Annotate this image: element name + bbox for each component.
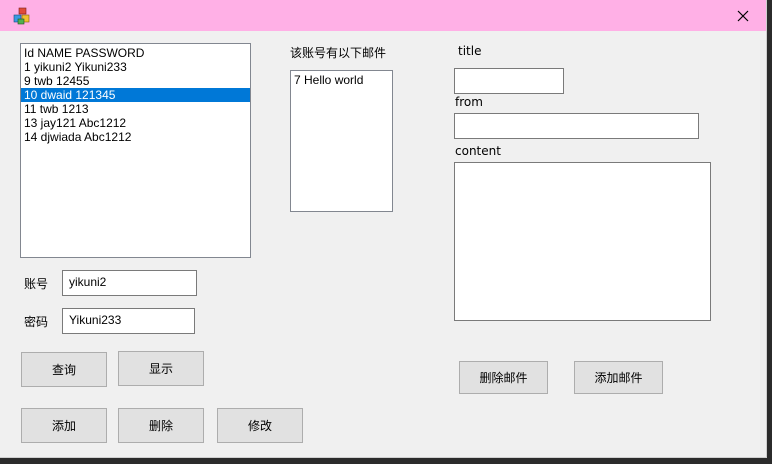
list-header[interactable]: Id NAME PASSWORD	[21, 46, 250, 60]
close-button[interactable]	[720, 0, 766, 31]
title-label: title	[458, 44, 482, 58]
list-item-selected[interactable]: 10 dwaid 121345	[21, 88, 250, 102]
password-input[interactable]: Yikuni233	[62, 308, 195, 334]
add-button[interactable]: 添加	[21, 408, 107, 443]
main-window: Id NAME PASSWORD 1 yikuni2 Yikuni233 9 t…	[0, 0, 767, 458]
password-label: 密码	[24, 315, 49, 329]
list-item[interactable]: 11 twb 1213	[21, 102, 250, 116]
title-bar[interactable]	[0, 0, 766, 31]
close-icon	[737, 10, 749, 21]
app-icon	[13, 7, 30, 25]
list-item[interactable]: 13 jay121 Abc1212	[21, 116, 250, 130]
content-label: content	[455, 144, 501, 158]
mail-list-label: 该账号有以下邮件	[290, 46, 387, 60]
show-button[interactable]: 显示	[118, 351, 204, 386]
mail-listbox[interactable]: 7 Hello world	[290, 70, 393, 212]
from-label: from	[455, 95, 483, 109]
list-item[interactable]: 7 Hello world	[291, 73, 392, 87]
accounts-listbox[interactable]: Id NAME PASSWORD 1 yikuni2 Yikuni233 9 t…	[20, 43, 251, 258]
add-mail-button[interactable]: 添加邮件	[574, 361, 663, 394]
delete-button[interactable]: 删除	[118, 408, 204, 443]
list-item[interactable]: 9 twb 12455	[21, 74, 250, 88]
title-input[interactable]	[454, 68, 564, 94]
content-textarea[interactable]	[454, 162, 711, 321]
delete-mail-button[interactable]: 删除邮件	[459, 361, 548, 394]
account-input[interactable]: yikuni2	[62, 270, 197, 296]
account-label: 账号	[24, 277, 49, 291]
from-input[interactable]	[454, 113, 699, 139]
query-button[interactable]: 查询	[21, 352, 107, 387]
modify-button[interactable]: 修改	[217, 408, 303, 443]
list-item[interactable]: 14 djwiada Abc1212	[21, 130, 250, 144]
list-item[interactable]: 1 yikuni2 Yikuni233	[21, 60, 250, 74]
